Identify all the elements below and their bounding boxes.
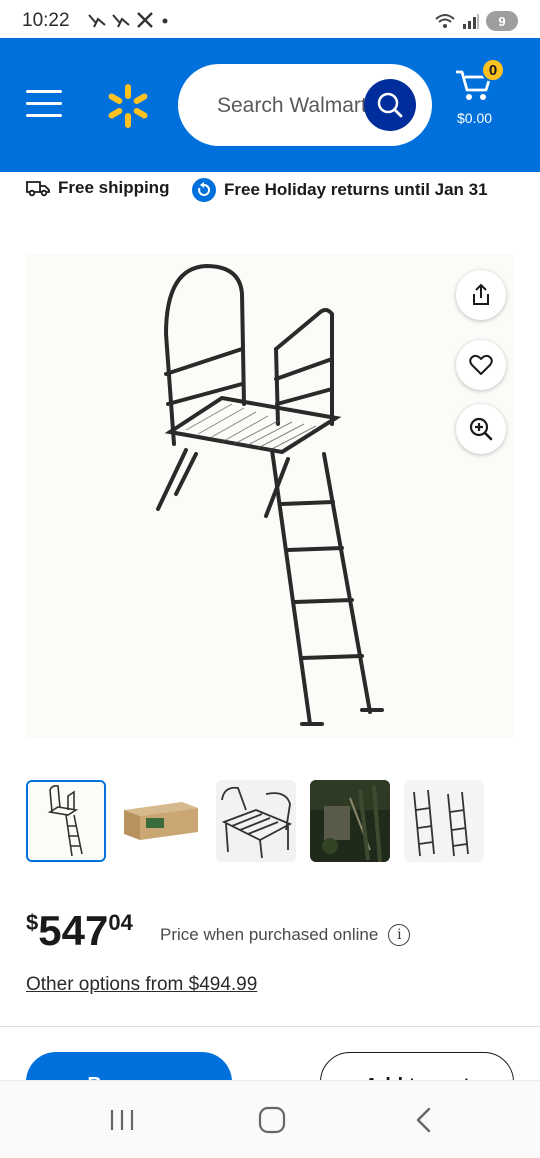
thumbnail-image (310, 780, 390, 862)
heart-icon (469, 354, 493, 375)
signal-icon (463, 14, 479, 29)
status-notification-icons (88, 11, 172, 29)
x-logo-icon (137, 12, 153, 28)
thumbnail-stand-in-woods[interactable] (310, 780, 390, 862)
holiday-returns: Free Holiday returns until Jan 31 (192, 178, 488, 202)
home-button[interactable] (252, 1103, 292, 1137)
status-bar: 10:22 9 (0, 0, 540, 40)
cart-button[interactable]: 0 $0.00 (452, 58, 512, 136)
thumbnail-image (28, 782, 104, 860)
product-price: $ 547 04 (26, 906, 133, 956)
zoom-button[interactable] (456, 404, 506, 454)
cart-count-badge: 0 (481, 58, 505, 82)
price-note: Price when purchased online i (160, 924, 411, 946)
other-options-link[interactable]: Other options from $494.99 (26, 974, 257, 996)
notification-bird-icon (88, 14, 106, 28)
hamburger-line (26, 102, 62, 105)
price-cents: 04 (108, 910, 133, 935)
thumbnail-ladder-sections[interactable] (404, 780, 484, 862)
thumbnail-platform-closeup[interactable] (216, 780, 296, 862)
return-arrow-icon (192, 178, 216, 202)
status-system-icons: 9 (434, 11, 518, 31)
search-input[interactable]: Search Walmart (217, 94, 367, 118)
thumbnail-image (404, 780, 484, 862)
hamburger-line (26, 90, 62, 93)
holiday-returns-label: Free Holiday returns until Jan 31 (224, 180, 488, 199)
favorite-button[interactable] (456, 340, 506, 390)
notification-bird-icon (112, 14, 130, 28)
system-navigation-bar (0, 1080, 540, 1158)
hamburger-line (26, 114, 62, 117)
shipping-banner: Free shipping Free Holiday returns until… (0, 172, 540, 204)
cart-total: $0.00 (457, 110, 493, 126)
ladder-stand-image (156, 263, 384, 726)
dot-icon (162, 18, 168, 24)
back-icon (416, 1107, 431, 1133)
search-button[interactable] (364, 79, 416, 131)
wifi-icon (435, 14, 455, 28)
walmart-spark-logo-icon[interactable] (104, 82, 152, 130)
free-shipping: Free shipping (26, 178, 169, 198)
free-shipping-label: Free shipping (58, 178, 170, 197)
walmart-header: Search Walmart 0 $0.00 (0, 38, 540, 172)
status-time: 10:22 (22, 10, 70, 31)
price-whole: 547 (38, 907, 109, 954)
recent-apps-button[interactable] (102, 1103, 142, 1137)
share-button[interactable] (456, 270, 506, 320)
battery-icon: 9 (486, 11, 518, 31)
info-icon[interactable]: i (388, 924, 411, 946)
thumbnail-product-box[interactable] (120, 780, 200, 862)
product-image[interactable] (26, 254, 514, 738)
thumbnail-image (120, 780, 200, 862)
recent-apps-icon (110, 1110, 134, 1130)
search-icon (377, 92, 403, 118)
thumbnail-strip (26, 780, 514, 862)
menu-button[interactable] (26, 90, 62, 120)
share-icon (473, 283, 489, 305)
search-bar[interactable]: Search Walmart (178, 64, 432, 146)
home-icon (258, 1106, 286, 1134)
price-note-label: Price when purchased online (160, 925, 379, 944)
zoom-in-icon (469, 417, 493, 441)
price-currency: $ (26, 910, 39, 935)
thumbnail-ladder-stand-front[interactable] (26, 780, 106, 862)
back-button[interactable] (404, 1103, 444, 1137)
thumbnail-image (216, 780, 296, 862)
truck-icon (26, 181, 50, 197)
divider (0, 1026, 540, 1027)
